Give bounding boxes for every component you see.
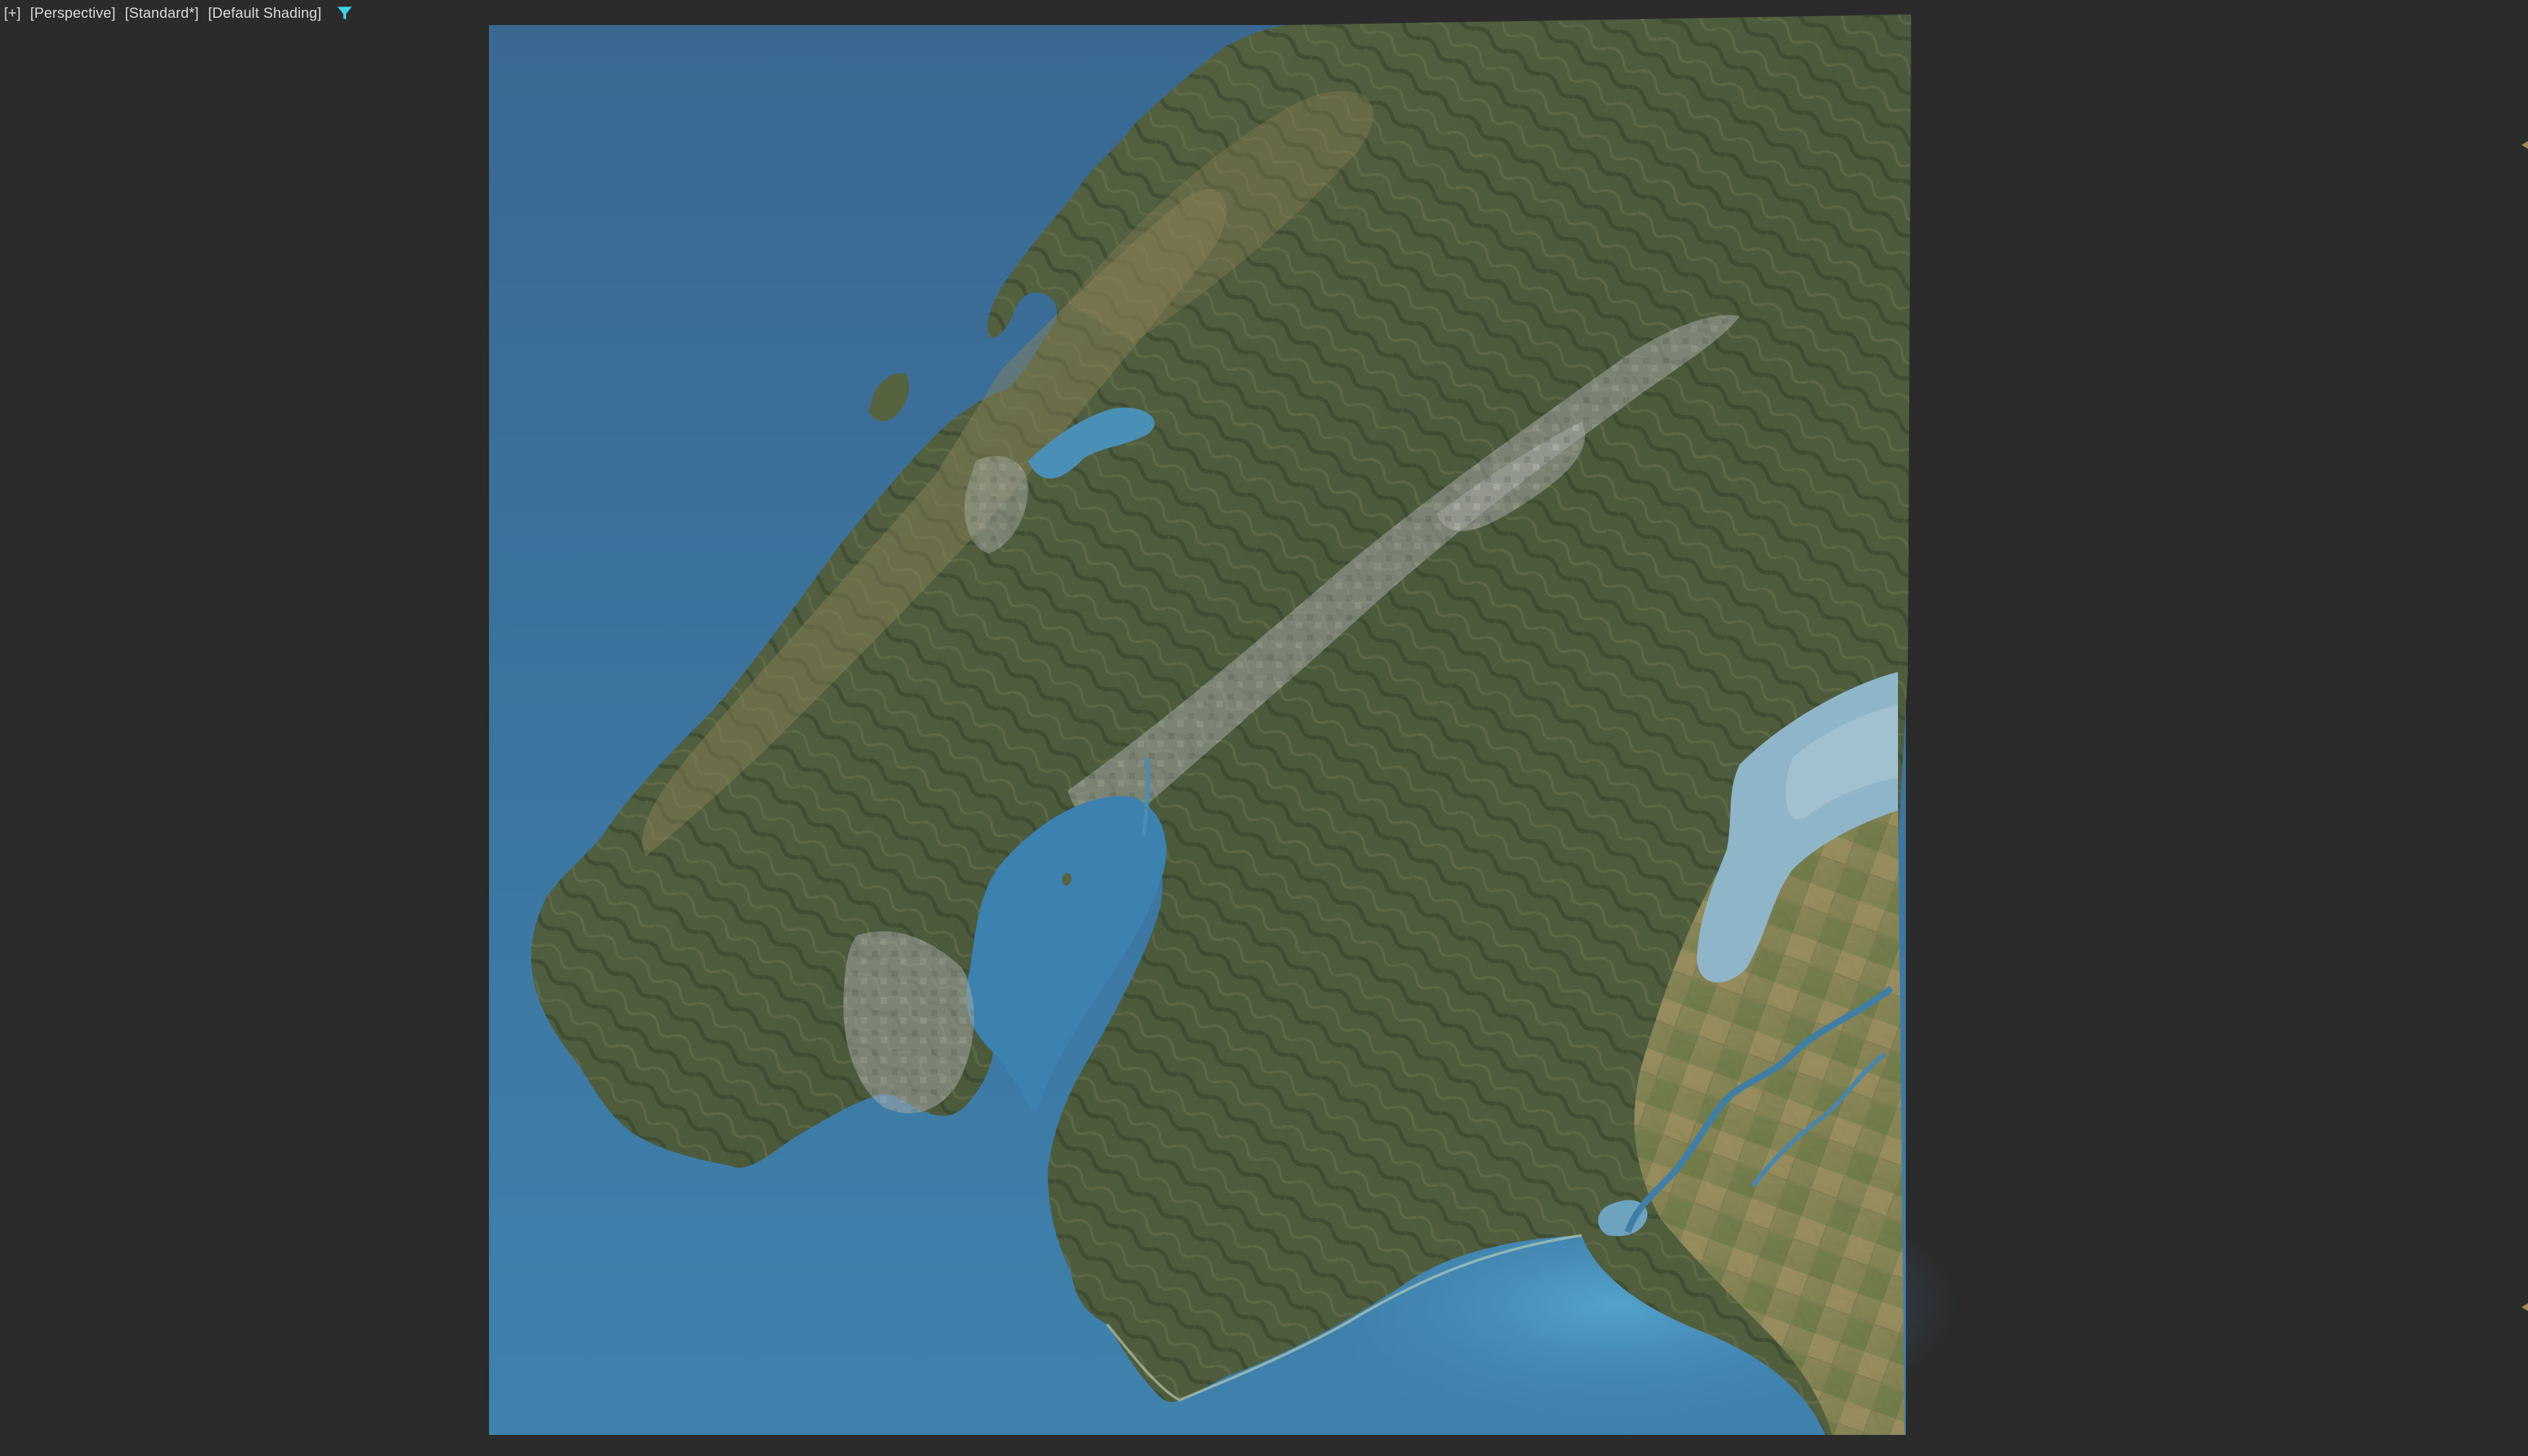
viewport-edge-marker-bottom [2521, 1303, 2528, 1311]
viewport-label-bar: [+] [Perspective] [Standard*] [Default S… [4, 3, 353, 24]
viewport-view-label[interactable]: [Perspective] [30, 5, 116, 22]
viewport-renderer-label[interactable]: [Standard*] [125, 5, 198, 22]
viewport-menu-button[interactable]: [+] [4, 5, 21, 22]
filter-icon[interactable] [336, 5, 353, 22]
viewport-edge-marker-top [2521, 141, 2528, 149]
viewport-shading-label[interactable]: [Default Shading] [208, 5, 322, 22]
perspective-viewport[interactable]: [+] [Perspective] [Standard*] [Default S… [0, 0, 2528, 1456]
terrain-scene[interactable] [0, 0, 2528, 1456]
